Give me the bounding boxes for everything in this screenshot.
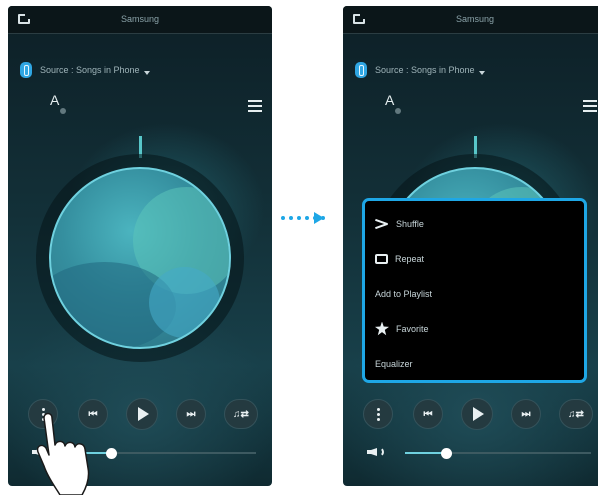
volume-slider-fill [405,452,446,454]
menu-item-shuffle[interactable]: Shuffle [365,206,584,241]
bluetooth-icon [20,62,32,78]
source-selector[interactable]: Source : Songs in Phone [355,62,485,78]
volume-slider[interactable] [70,448,256,459]
speaker-wave-icon [44,447,49,457]
volume-dial[interactable] [49,167,231,349]
next-button[interactable]: ⏭ [511,399,541,429]
phone-screen-before: Samsung Source : Songs in Phone A ⏮ ⏭ ♫⇄ [8,6,272,486]
menu-item-label: Shuffle [396,218,424,229]
menu-icon[interactable] [583,100,597,112]
more-vertical-icon [376,407,380,421]
source-label: Source : Songs in Phone [375,65,475,75]
volume-level-label: A [385,92,402,114]
shuffle-icon [375,219,389,229]
sound-mode-button[interactable]: ♫⇄ [559,399,593,429]
status-title: Samsung [455,14,495,24]
menu-item-label: Equalizer [375,358,413,369]
volume-row [8,446,272,460]
source-label: Source : Songs in Phone [40,65,140,75]
caret-down-icon [143,70,150,75]
status-bar: Samsung [8,6,272,34]
menu-item-equalizer[interactable]: Equalizer [365,346,584,381]
more-vertical-icon [41,407,45,421]
more-options-menu: Shuffle Repeat Add to Playlist Favorite … [362,198,587,383]
arrow-right-icon [314,212,324,224]
menu-item-repeat[interactable]: Repeat [365,241,584,276]
previous-button[interactable]: ⏮ [78,399,108,429]
volume-slider[interactable] [405,448,591,459]
caret-down-icon [478,70,485,75]
status-title: Samsung [120,14,160,24]
menu-icon[interactable] [248,100,262,112]
bluetooth-icon [355,62,367,78]
volume-row [343,446,598,460]
speaker-wave-icon [379,447,384,457]
status-bar: Samsung [343,6,598,34]
play-button[interactable] [461,398,493,430]
previous-button[interactable]: ⏮ [413,399,443,429]
source-selector[interactable]: Source : Songs in Phone [20,62,150,78]
star-icon [375,321,389,336]
next-button[interactable]: ⏭ [176,399,206,429]
menu-item-label: Add to Playlist [375,288,433,299]
play-button[interactable] [126,398,158,430]
speaker-icon [32,448,42,456]
repeat-icon [375,253,388,264]
menu-item-favorite[interactable]: Favorite [365,311,584,346]
play-icon [473,407,484,421]
menu-item-add-to-playlist[interactable]: Add to Playlist [365,276,584,311]
menu-item-label: Favorite [396,323,429,334]
playback-controls: ⏮ ⏭ ♫⇄ [8,398,272,431]
more-options-button[interactable] [363,399,393,429]
menu-item-label: Repeat [395,253,425,264]
volume-level-label: A [50,92,67,114]
more-options-button[interactable] [28,399,58,429]
speaker-icon [367,448,377,456]
sound-mode-button[interactable]: ♫⇄ [224,399,258,429]
volume-slider-fill [70,452,111,454]
playback-controls: ⏮ ⏭ ♫⇄ [343,398,598,431]
play-icon [138,407,149,421]
volume-slider-thumb[interactable] [440,448,452,459]
volume-slider-thumb[interactable] [105,448,117,459]
